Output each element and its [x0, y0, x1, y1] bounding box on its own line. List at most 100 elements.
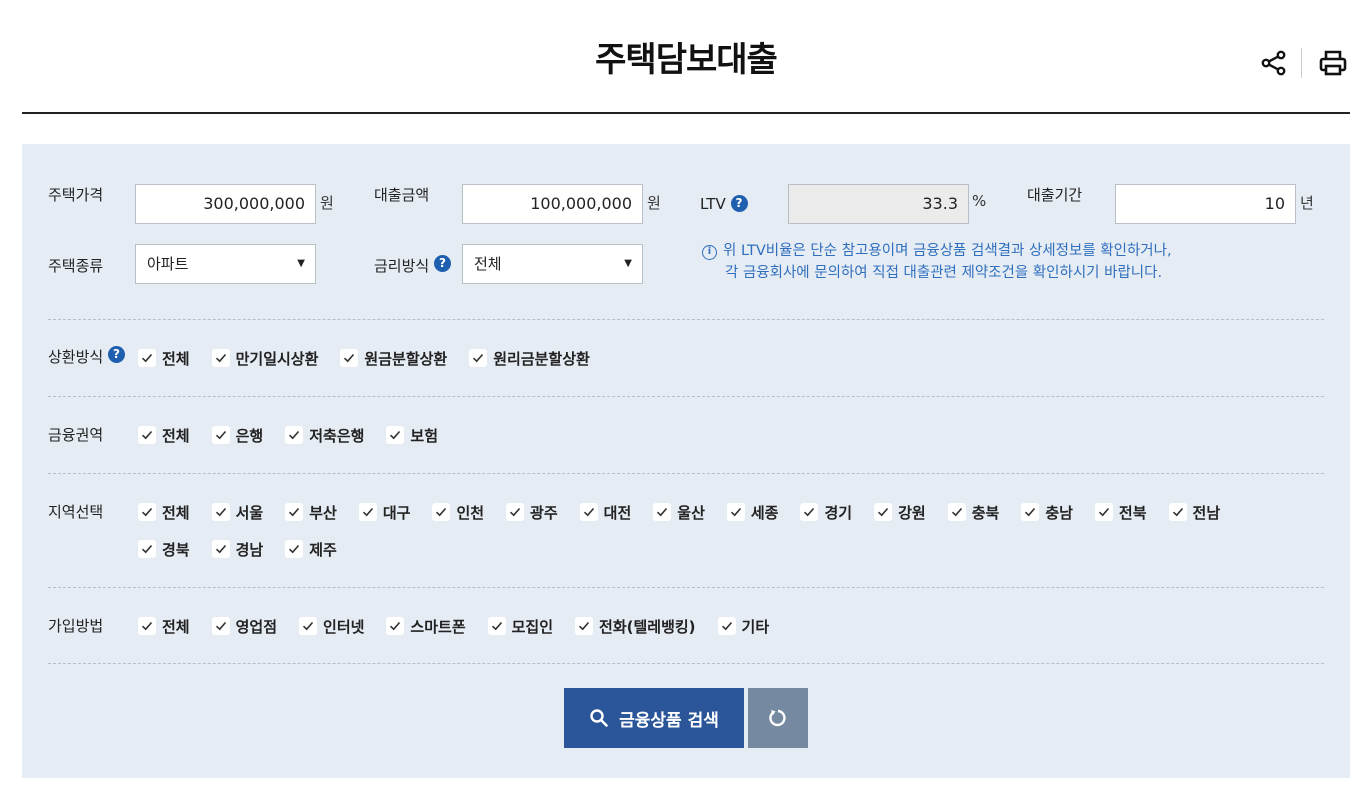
checkmark-icon [138, 426, 156, 444]
region-option-label: 경북 [162, 540, 190, 559]
info-icon: i [702, 245, 717, 260]
join-option-checkbox[interactable]: 인터넷 [299, 613, 364, 639]
region-option-checkbox[interactable]: 강원 [874, 499, 926, 525]
region-option-checkbox[interactable]: 충북 [947, 499, 999, 525]
checkmark-icon [211, 426, 230, 444]
sector-option-label: 저축은행 [309, 426, 365, 445]
region-option-checkbox[interactable]: 충남 [1021, 499, 1073, 525]
region-option-label: 서울 [235, 503, 264, 522]
sector-option-checkbox[interactable]: 저축은행 [285, 422, 364, 448]
house-type-value: 아파트 [147, 255, 189, 273]
divider [48, 587, 1324, 588]
join-method-label: 가입방법 [48, 617, 104, 635]
join-option-checkbox[interactable]: 전체 [138, 613, 190, 639]
rate-type-help-icon[interactable]: ? [433, 255, 451, 272]
join-option-checkbox[interactable]: 스마트폰 [386, 613, 466, 639]
repayment-option-checkbox[interactable]: 전체 [138, 345, 190, 371]
region-option-checkbox[interactable]: 전북 [1094, 499, 1147, 525]
region-option-label: 울산 [677, 503, 705, 522]
checkmark-icon [579, 503, 598, 521]
checkmark-icon [1168, 503, 1187, 521]
notice-line-1: 위 LTV비율은 단순 참고용이며 금융상품 검색결과 상세정보를 확인하거나, [723, 243, 1172, 259]
ltv-notice: i 위 LTV비율은 단순 참고용이며 금융상품 검색결과 상세정보를 확인하거나… [702, 240, 1172, 284]
house-type-select[interactable]: 아파트 ▼ [135, 244, 316, 284]
checkmark-icon [947, 503, 966, 521]
sector-option-checkbox[interactable]: 은행 [211, 422, 263, 448]
reset-button[interactable] [748, 688, 808, 748]
join-option-label: 영업점 [235, 617, 278, 636]
region-options: 전체 서울 부산 대구 인천 광주 대전 울산 세종 경기 강원 충북 충남 전북 전남경북 경남 제주 [138, 499, 1298, 573]
search-button[interactable]: 금융상품 검색 [564, 688, 744, 748]
region-option-checkbox[interactable]: 광주 [506, 499, 558, 525]
header-divider [1301, 48, 1302, 78]
share-icon[interactable] [1257, 46, 1291, 80]
page-header: 주택담보대출 [22, 0, 1350, 114]
region-option-checkbox[interactable]: 서울 [211, 499, 264, 525]
checkmark-icon [874, 503, 893, 521]
checkmark-icon [211, 540, 230, 558]
checkmark-icon [575, 617, 594, 635]
rate-type-label: 금리방식 ? [374, 255, 451, 276]
sector-option-checkbox[interactable]: 전체 [138, 422, 190, 448]
region-option-checkbox[interactable]: 대구 [358, 499, 411, 525]
join-option-checkbox[interactable]: 전화(텔레뱅킹) [575, 613, 696, 639]
region-option-label: 세종 [750, 503, 779, 522]
notice-line-2: 각 금융회사에 문의하여 직접 대출관련 제약조건을 확인하시기 바랍니다. [725, 265, 1163, 281]
repayment-option-label: 원리금분할상환 [493, 349, 590, 368]
repayment-option-checkbox[interactable]: 원리금분할상환 [469, 345, 590, 371]
loan-amount-input[interactable]: 100,000,000 [462, 184, 643, 224]
checkmark-icon [1021, 503, 1040, 521]
repayment-label-text: 상환방식 [48, 348, 104, 366]
loan-period-input[interactable]: 10 [1115, 184, 1296, 224]
repayment-option-checkbox[interactable]: 만기일시상환 [211, 345, 318, 371]
checkmark-icon [340, 349, 359, 367]
repayment-label: 상환방식 ? [48, 346, 125, 367]
region-option-checkbox[interactable]: 대전 [579, 499, 632, 525]
checkmark-icon [800, 503, 819, 521]
join-option-checkbox[interactable]: 영업점 [211, 613, 278, 639]
repayment-help-icon[interactable]: ? [107, 346, 125, 363]
join-option-label: 전화(텔레뱅킹) [599, 617, 696, 636]
repayment-option-checkbox[interactable]: 원금분할상환 [340, 345, 447, 371]
rate-type-value: 전체 [474, 255, 502, 273]
join-option-label: 기타 [741, 617, 770, 636]
region-option-checkbox[interactable]: 전남 [1168, 499, 1220, 525]
page-title: 주택담보대출 [595, 40, 778, 80]
ltv-help-icon[interactable]: ? [730, 195, 748, 212]
refresh-icon [769, 709, 786, 727]
region-option-checkbox[interactable]: 제주 [285, 536, 337, 562]
region-option-label: 대전 [603, 503, 632, 522]
region-option-label: 강원 [898, 503, 926, 522]
join-option-label: 인터넷 [323, 617, 365, 636]
house-price-input[interactable]: 300,000,000 [135, 184, 316, 224]
rate-type-select[interactable]: 전체 ▼ [462, 244, 643, 284]
sector-option-checkbox[interactable]: 보험 [386, 422, 438, 448]
print-icon[interactable] [1316, 46, 1350, 80]
checkmark-icon [285, 503, 304, 521]
join-option-checkbox[interactable]: 모집인 [487, 613, 553, 639]
region-option-checkbox[interactable]: 경기 [800, 499, 852, 525]
checkmark-icon [285, 540, 304, 558]
checkmark-icon [358, 503, 377, 521]
join-option-checkbox[interactable]: 기타 [717, 613, 770, 639]
region-option-label: 전체 [162, 503, 190, 522]
divider [48, 396, 1324, 397]
region-option-label: 제주 [309, 540, 337, 559]
checkmark-icon [386, 617, 405, 635]
region-option-checkbox[interactable]: 인천 [432, 499, 484, 525]
loan-amount-label: 대출금액 [374, 186, 430, 204]
house-price-unit: 원 [320, 194, 334, 212]
loan-amount-unit: 원 [647, 194, 661, 212]
region-option-checkbox[interactable]: 세종 [726, 499, 779, 525]
region-option-checkbox[interactable]: 경남 [211, 536, 263, 562]
checkmark-icon [138, 540, 156, 558]
checkmark-icon [432, 503, 451, 521]
region-option-label: 대구 [382, 503, 411, 522]
region-option-checkbox[interactable]: 부산 [285, 499, 337, 525]
divider [48, 473, 1324, 474]
region-option-checkbox[interactable]: 경북 [138, 536, 190, 562]
ltv-label: LTV ? [700, 195, 748, 213]
sector-options: 전체 은행 저축은행 보험 [138, 422, 1298, 459]
region-option-checkbox[interactable]: 전체 [138, 499, 190, 525]
region-option-checkbox[interactable]: 울산 [653, 499, 705, 525]
